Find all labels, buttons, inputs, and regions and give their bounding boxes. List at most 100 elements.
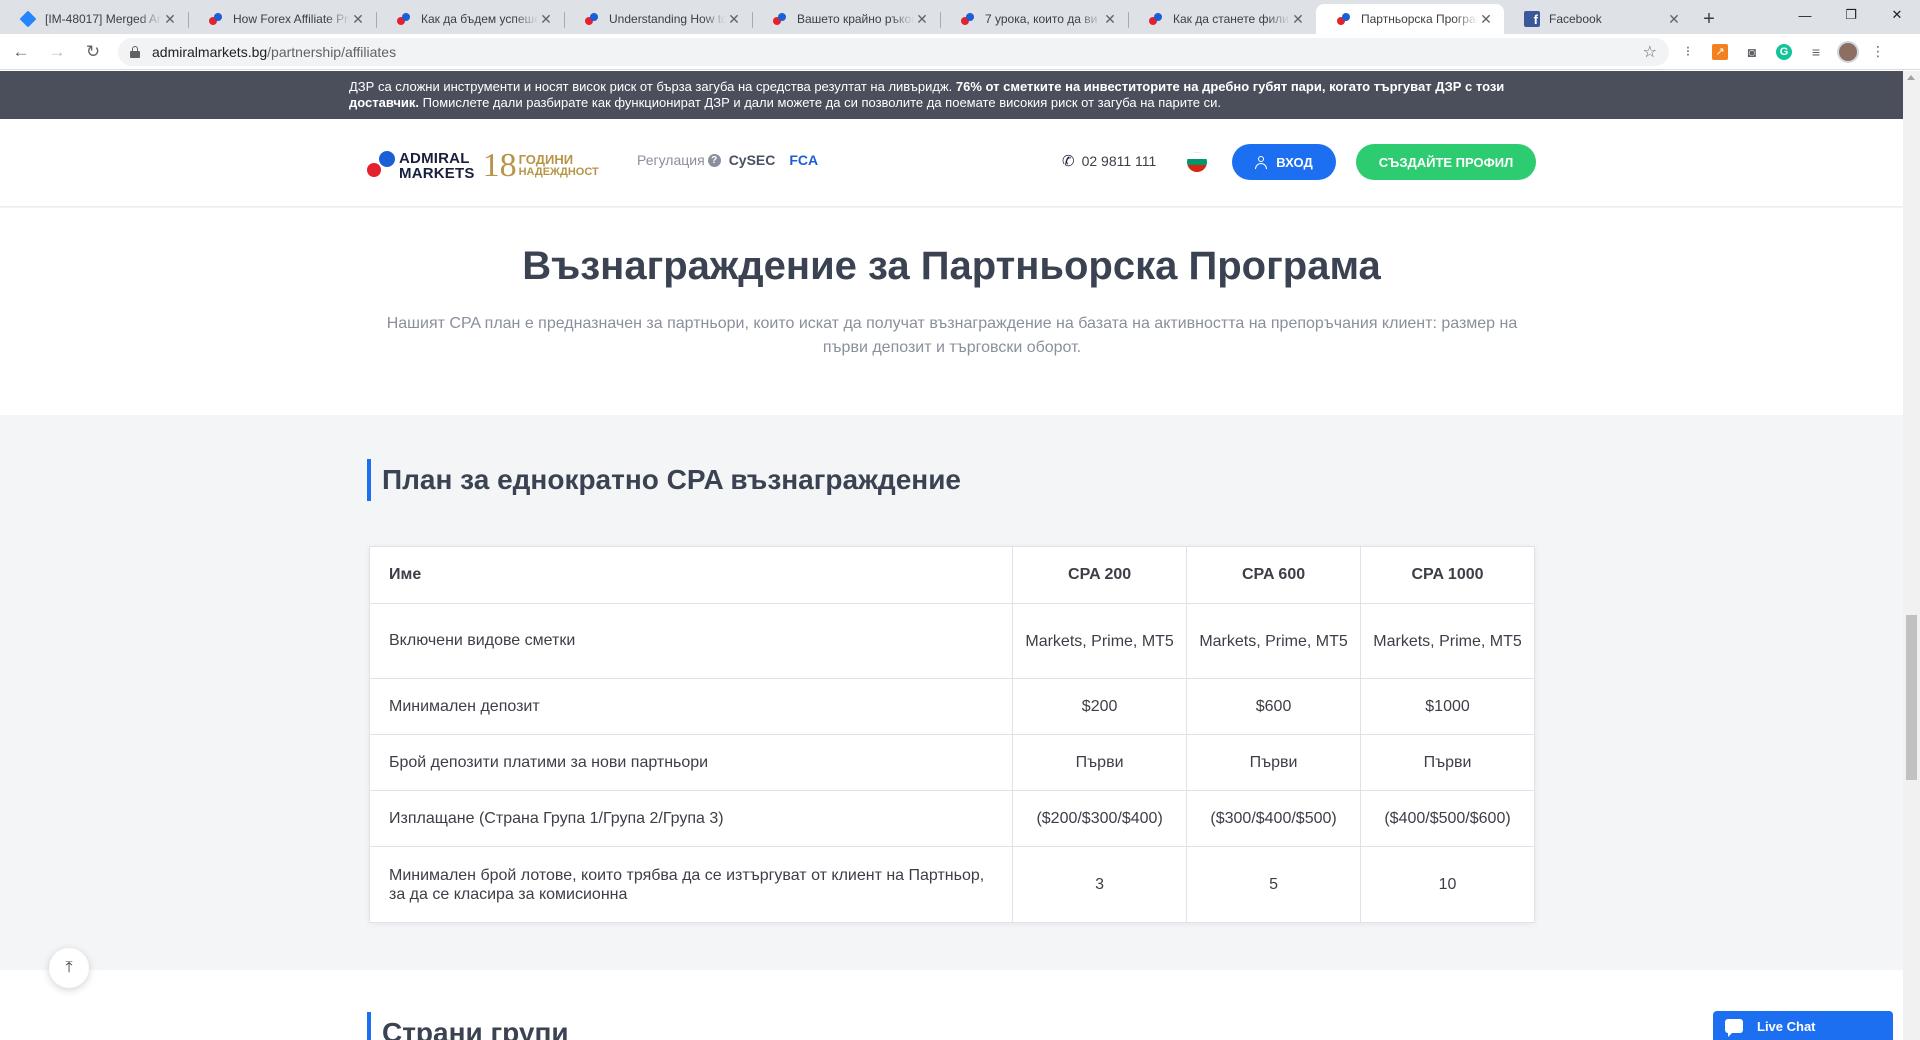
scroll-to-top-button[interactable]: ⤒ bbox=[49, 948, 89, 988]
browser-tab[interactable]: How Forex Affiliate Pro ✕ bbox=[188, 4, 376, 34]
tab-close-icon[interactable]: ✕ bbox=[162, 11, 178, 28]
forward-arrow-icon[interactable]: → bbox=[42, 37, 72, 67]
admiral-markets-logo[interactable]: ADMIRAL MARKETS 18 ГОДИНИ НАДЕЖДНОСТ bbox=[367, 149, 599, 183]
anniversary-badge: 18 ГОДИНИ НАДЕЖДНОСТ bbox=[483, 149, 599, 183]
browser-tab-active[interactable]: Партньорска Програм ✕ bbox=[1316, 4, 1504, 34]
risk-warning-text: ДЗР са сложни инструменти и носят висок … bbox=[349, 79, 1539, 111]
table-cell: 10 bbox=[1360, 846, 1535, 923]
admiral-icon bbox=[960, 11, 976, 27]
tab-close-icon[interactable]: ✕ bbox=[538, 11, 554, 28]
reload-icon[interactable]: ↻ bbox=[78, 37, 108, 67]
tab-title: Вашето крайно ръково bbox=[797, 12, 914, 26]
back-arrow-icon[interactable]: ← bbox=[6, 37, 36, 67]
years-word2: НАДЕЖДНОСТ bbox=[518, 166, 599, 178]
bulgaria-flag-icon[interactable] bbox=[1187, 152, 1207, 172]
tab-close-icon[interactable]: ✕ bbox=[1666, 11, 1682, 28]
new-tab-button[interactable]: + bbox=[1692, 4, 1726, 34]
arrow-up-icon: ⤒ bbox=[65, 959, 73, 976]
table-row: Брой депозити платими за нови партньори … bbox=[368, 734, 1535, 791]
tab-title: Facebook bbox=[1549, 12, 1602, 26]
browser-tab[interactable]: Как да бъдем успешен ✕ bbox=[376, 4, 564, 34]
country-groups-section: Страни групи bbox=[0, 970, 1903, 1040]
admiral-icon bbox=[396, 11, 412, 27]
logo-line1: ADMIRAL bbox=[399, 150, 470, 167]
section-title: План за еднократно CPA възнаграждение bbox=[367, 459, 961, 501]
admiral-icon bbox=[584, 11, 600, 27]
table-cell: $1000 bbox=[1360, 678, 1535, 735]
page-scrollbar[interactable] bbox=[1903, 71, 1920, 1040]
tab-close-icon[interactable]: ✕ bbox=[726, 11, 742, 28]
profile-avatar[interactable] bbox=[1837, 40, 1859, 63]
reading-list-icon[interactable]: ⁝ bbox=[1675, 39, 1701, 65]
years-number: 18 bbox=[482, 147, 517, 184]
browser-tab[interactable]: Как да станете филиал ✕ bbox=[1128, 4, 1316, 34]
media-queue-icon[interactable]: ≡ bbox=[1803, 39, 1829, 65]
tab-title: [IM-48017] Merged Art bbox=[45, 12, 162, 26]
cpa-plans-table: Име CPA 200 CPA 600 CPA 1000 Включени ви… bbox=[368, 546, 1535, 923]
browser-tab[interactable]: 7 урока, които да ви п ✕ bbox=[940, 4, 1128, 34]
url-input[interactable]: admiralmarkets.bg/partnership/affiliates… bbox=[118, 37, 1669, 66]
years-word1: ГОДИНИ bbox=[518, 152, 574, 167]
risk-warning-part2: Помислете дали разбирате как функционира… bbox=[419, 95, 1222, 110]
create-account-button[interactable]: СЪЗДАЙТЕ ПРОФИЛ bbox=[1356, 144, 1536, 180]
cpa-plan-section: План за еднократно CPA възнаграждение Им… bbox=[0, 415, 1903, 970]
login-label: ВХОД bbox=[1276, 154, 1313, 170]
browser-tab[interactable]: [IM-48017] Merged Art ✕ bbox=[0, 4, 188, 34]
table-cell: Markets, Prime, MT5 bbox=[1186, 603, 1362, 679]
table-cell: Markets, Prime, MT5 bbox=[1012, 603, 1188, 679]
tab-close-icon[interactable]: ✕ bbox=[1478, 11, 1494, 28]
column-header: CPA 1000 bbox=[1360, 546, 1535, 604]
tab-close-icon[interactable]: ✕ bbox=[1290, 11, 1306, 28]
row-label: Изплащане (Страна Група 1/Група 2/Група … bbox=[368, 790, 1014, 847]
tab-close-icon[interactable]: ✕ bbox=[350, 11, 366, 28]
admiral-icon bbox=[208, 11, 224, 27]
browser-tab[interactable]: Вашето крайно ръково ✕ bbox=[752, 4, 940, 34]
table-cell: Първи bbox=[1360, 734, 1535, 791]
lock-icon bbox=[130, 45, 140, 58]
regulation-label: Регулация bbox=[637, 152, 705, 168]
regulator-cysec-link[interactable]: CySEC bbox=[729, 152, 776, 168]
table-row: Изплащане (Страна Група 1/Група 2/Група … bbox=[368, 790, 1535, 847]
browser-tab-strip: [IM-48017] Merged Art ✕ How Forex Affili… bbox=[0, 0, 1920, 34]
login-button[interactable]: ВХОД bbox=[1232, 144, 1336, 180]
scrollbar-thumb[interactable] bbox=[1906, 615, 1917, 780]
minimize-window-icon[interactable]: — bbox=[1782, 0, 1828, 30]
table-cell: 5 bbox=[1186, 846, 1362, 923]
extension-chart-icon[interactable]: ↗ bbox=[1707, 39, 1733, 65]
table-row: Включени видове сметки Markets, Prime, M… bbox=[368, 603, 1535, 679]
live-chat-button[interactable]: Live Chat bbox=[1713, 1011, 1893, 1040]
question-icon[interactable]: ? bbox=[707, 153, 721, 167]
table-cell: Първи bbox=[1012, 734, 1188, 791]
camera-extension-icon[interactable]: ◙ bbox=[1739, 39, 1765, 65]
grammarly-icon[interactable]: G bbox=[1771, 39, 1797, 65]
restore-window-icon[interactable]: ❐ bbox=[1828, 0, 1874, 30]
admiral-icon bbox=[1148, 11, 1164, 27]
close-window-icon[interactable]: ✕ bbox=[1874, 0, 1920, 30]
regulator-fca-link[interactable]: FCA bbox=[789, 152, 818, 168]
browser-tab[interactable]: f Facebook ✕ bbox=[1504, 4, 1692, 34]
phone-contact[interactable]: ✆ 02 9811 111 bbox=[1062, 152, 1156, 170]
tab-close-icon[interactable]: ✕ bbox=[914, 11, 930, 28]
facebook-icon: f bbox=[1524, 11, 1540, 27]
bookmark-star-icon[interactable]: ☆ bbox=[1643, 42, 1657, 62]
table-row: Минимален депозит $200 $600 $1000 bbox=[368, 678, 1535, 735]
risk-warning-bar: ДЗР са сложни инструменти и носят висок … bbox=[0, 71, 1903, 119]
admiral-icon bbox=[1336, 11, 1352, 27]
table-cell: ($400/$500/$600) bbox=[1360, 790, 1535, 847]
address-toolbar: ← → ↻ admiralmarkets.bg/partnership/affi… bbox=[0, 34, 1920, 70]
jira-icon bbox=[19, 10, 37, 28]
table-cell: Markets, Prime, MT5 bbox=[1360, 603, 1535, 679]
regulation-info: Регулация ? CySEC FCA bbox=[637, 152, 818, 168]
browser-menu-icon[interactable]: ⋮ bbox=[1865, 39, 1891, 65]
browser-tab[interactable]: Understanding How to ✕ bbox=[564, 4, 752, 34]
phone-icon: ✆ bbox=[1062, 153, 1075, 170]
hero-section: Възнаграждение за Партньорска Програма Н… bbox=[0, 207, 1903, 415]
scroll-up-arrow-icon[interactable] bbox=[1907, 75, 1915, 80]
tab-close-icon[interactable]: ✕ bbox=[1102, 11, 1118, 28]
logo-line2: MARKETS bbox=[399, 165, 475, 182]
live-chat-label: Live Chat bbox=[1757, 1018, 1816, 1034]
chat-bubble-icon bbox=[1725, 1019, 1743, 1037]
tab-title: Партньорска Програм bbox=[1361, 12, 1478, 26]
url-host: admiralmarkets.bg bbox=[152, 43, 268, 60]
tab-title: Как да станете филиал bbox=[1173, 12, 1290, 26]
